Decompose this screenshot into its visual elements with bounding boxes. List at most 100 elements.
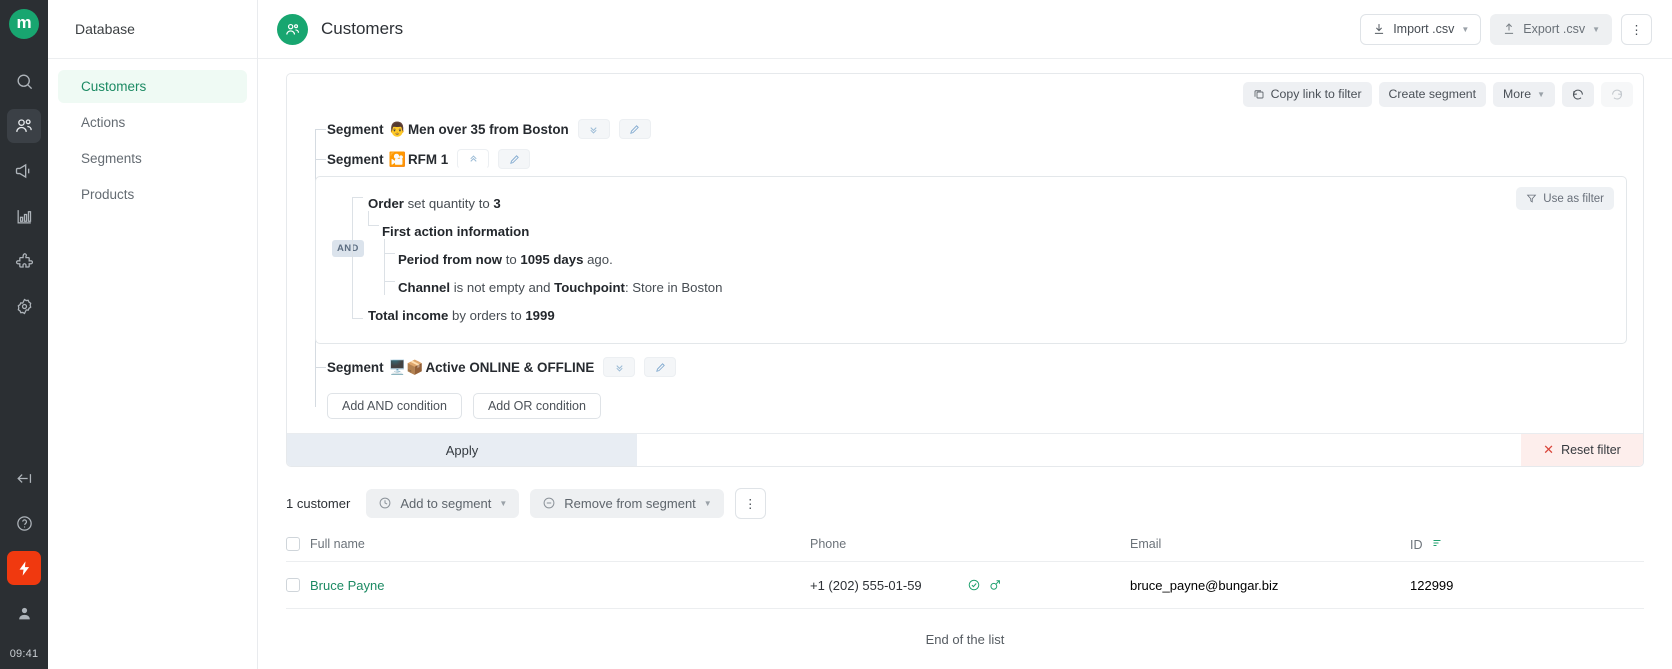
integrations-icon[interactable] [7, 244, 41, 278]
reset-filter-button[interactable]: ✕ Reset filter [1521, 434, 1643, 466]
add-to-segment-button[interactable]: Add to segment ▼ [366, 488, 520, 518]
list-more-button[interactable]: ⋮ [734, 487, 766, 519]
segment-edit-button[interactable] [618, 119, 651, 139]
export-csv-label: Export .csv [1523, 22, 1586, 36]
column-header-phone[interactable]: Phone [810, 537, 1130, 551]
column-header-id-label: ID [1410, 537, 1423, 552]
redo-icon [1612, 89, 1623, 100]
search-icon[interactable] [7, 64, 41, 98]
sidebar: Database Customers Actions Segments Prod… [48, 0, 258, 669]
condition-row[interactable]: Order set quantity to 3 [316, 190, 1626, 218]
sidebar-item-label: Customers [81, 79, 147, 94]
audience-icon[interactable] [7, 109, 41, 143]
sidebar-item-label: Actions [81, 115, 126, 130]
page-title: Customers [321, 19, 404, 38]
condition-token: 1095 days [520, 252, 584, 268]
condition-token: Total income [368, 308, 449, 324]
create-segment-label: Create segment [1388, 87, 1477, 101]
male-gender-icon [990, 580, 1000, 590]
segment-emoji-icon: 🖥️📦 [388, 358, 424, 375]
apply-button[interactable]: Apply [287, 434, 637, 466]
chevron-double-up-icon [470, 154, 477, 162]
row-checkbox[interactable] [286, 578, 300, 592]
filter-more-button[interactable]: More ▼ [1493, 81, 1555, 107]
customers-table: Full name Phone Email ID Bruce Payne +1 … [258, 527, 1672, 647]
kebab-menu-icon: ⋮ [743, 496, 757, 511]
segment-edit-button[interactable] [498, 149, 531, 169]
minus-circle-icon [543, 497, 555, 509]
undo-button[interactable] [1562, 81, 1594, 107]
chevron-double-down-icon [616, 364, 623, 372]
quick-actions-icon[interactable] [7, 551, 41, 585]
segment-prefix: Segment [327, 151, 384, 167]
customers-avatar-icon [277, 13, 308, 45]
pencil-icon [509, 154, 519, 164]
kebab-menu-icon: ⋮ [1630, 22, 1643, 37]
icon-rail: m 09:41 [0, 0, 48, 669]
chevron-down-icon: ▼ [1537, 89, 1545, 99]
cell-email[interactable]: bruce_payne@bungar.biz [1130, 578, 1410, 593]
segment-row-2: Segment 🎦 RFM 1 [287, 144, 1643, 174]
segment-collapse-toggle[interactable] [603, 357, 636, 377]
customer-count: 1 customer [286, 495, 351, 511]
copy-link-to-filter-button[interactable]: Copy link to filter [1242, 81, 1372, 107]
tree-tick [315, 367, 326, 368]
analytics-icon[interactable] [7, 199, 41, 233]
segment-conditions-box: Use as filter AND Order set quantity to … [315, 176, 1627, 344]
settings-icon[interactable] [7, 289, 41, 323]
import-csv-button[interactable]: Import .csv ▼ [1360, 13, 1482, 45]
export-csv-button[interactable]: Export .csv ▼ [1490, 13, 1612, 45]
cell-phone: +1 (202) 555-01-59 [810, 578, 1130, 593]
column-header-id[interactable]: ID [1410, 537, 1644, 552]
condition-row[interactable]: Period from now to 1095 days ago. [316, 246, 1626, 274]
condition-row[interactable]: Channel is not empty and Touchpoint: Sto… [316, 274, 1626, 302]
header-more-button[interactable]: ⋮ [1621, 13, 1652, 45]
condition-token: set quantity to [403, 196, 494, 212]
help-icon[interactable] [7, 506, 41, 540]
segment-prefix: Segment [327, 121, 384, 137]
add-or-condition-button[interactable]: Add OR condition [472, 393, 601, 419]
sidebar-nav: Customers Actions Segments Products [48, 59, 257, 214]
column-header-email[interactable]: Email [1130, 537, 1410, 551]
pencil-icon [630, 124, 640, 134]
condition-row[interactable]: Total income by orders to 1999 [316, 302, 1626, 330]
sidebar-item-actions[interactable]: Actions [58, 106, 247, 139]
footer-spacer [637, 434, 1521, 466]
segment-collapse-toggle[interactable] [577, 119, 610, 139]
table-row[interactable]: Bruce Payne +1 (202) 555-01-59 bruce_pay… [286, 562, 1644, 609]
condition-token: Channel [398, 280, 451, 296]
redo-button[interactable] [1601, 81, 1633, 107]
import-csv-label: Import .csv [1393, 22, 1455, 36]
remove-from-segment-button[interactable]: Remove from segment ▼ [530, 488, 724, 518]
segment-edit-button[interactable] [644, 357, 677, 377]
add-and-condition-button[interactable]: Add AND condition [327, 393, 462, 419]
segment-row-3: Segment 🖥️📦 Active ONLINE & OFFLINE [287, 352, 1643, 382]
sort-icon[interactable] [1431, 538, 1443, 552]
create-segment-button[interactable]: Create segment [1378, 81, 1487, 107]
clock-plus-icon [379, 497, 391, 509]
filter-footer: Apply ✕ Reset filter [287, 433, 1643, 466]
customer-name-link[interactable]: Bruce Payne [310, 578, 384, 593]
sidebar-item-customers[interactable]: Customers [58, 70, 247, 103]
app-logo[interactable]: m [9, 9, 39, 39]
tree-tick [315, 129, 326, 130]
collapse-icon[interactable] [7, 461, 41, 495]
condition-token: ago. [583, 252, 613, 268]
sidebar-item-segments[interactable]: Segments [58, 142, 247, 175]
account-icon[interactable] [7, 596, 41, 630]
sidebar-item-products[interactable]: Products [58, 178, 247, 211]
chevron-down-icon: ▼ [499, 498, 508, 508]
cell-full-name[interactable]: Bruce Payne [310, 578, 810, 593]
condition-row[interactable]: First action information [316, 218, 1626, 246]
campaigns-icon[interactable] [7, 154, 41, 188]
column-header-full-name[interactable]: Full name [310, 537, 810, 551]
segment-row-1: Segment 👨 Men over 35 from Boston [287, 114, 1643, 144]
copy-link-label: Copy link to filter [1270, 87, 1362, 101]
phone-status-icons [967, 578, 1002, 592]
select-all-checkbox[interactable] [286, 537, 300, 551]
chevron-down-icon: ▼ [1592, 24, 1600, 34]
segment-name: Men over 35 from Boston [408, 121, 569, 137]
segment-prefix: Segment [327, 359, 384, 375]
condition-token: to [502, 252, 521, 268]
segment-collapse-toggle[interactable] [457, 149, 490, 169]
